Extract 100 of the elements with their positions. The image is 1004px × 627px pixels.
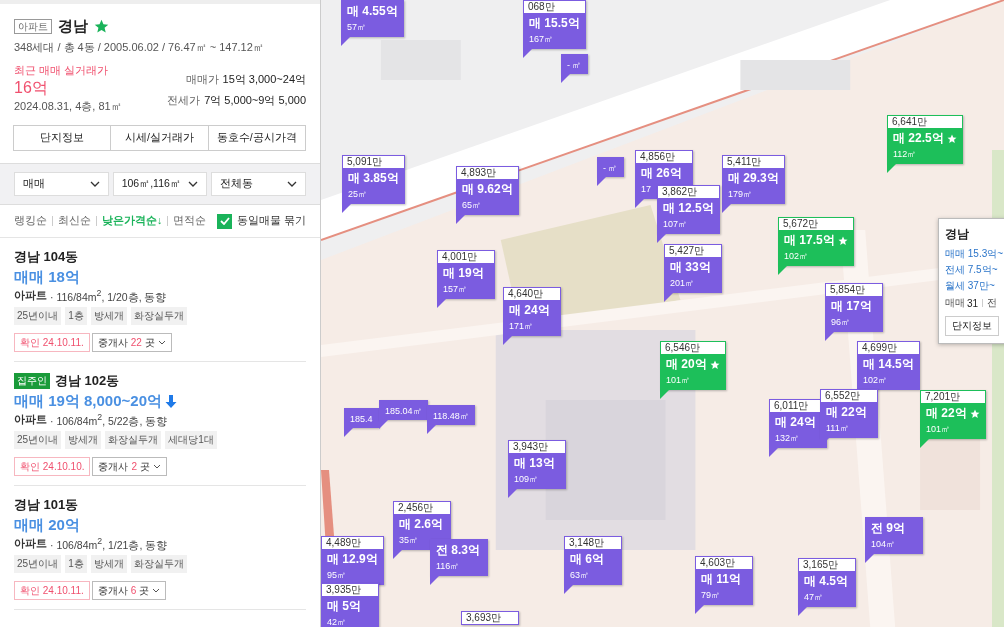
- sort-option[interactable]: 면적순: [173, 214, 207, 228]
- price-marker[interactable]: 4,893만 매 9.62억 65㎡: [456, 166, 519, 215]
- price-marker[interactable]: 3,148만 매 6억 63㎡: [564, 536, 622, 585]
- confirmed-date: 확인 24.10.11.: [14, 333, 90, 352]
- price-marker[interactable]: 4,603만 매 11억 79㎡: [695, 556, 753, 605]
- marker-tail: [769, 448, 778, 457]
- complex-info-button[interactable]: 단지정보: [945, 316, 999, 336]
- info-tab-button[interactable]: 동호수/공시가격: [207, 125, 306, 151]
- price-marker[interactable]: 4,489만 매 12.9억 95㎡: [321, 536, 384, 585]
- price-marker[interactable]: 5,411만 매 29.3억 179㎡: [722, 155, 785, 204]
- feature-tag: 화장실두개: [105, 431, 162, 449]
- filter-dropdown[interactable]: 전체동: [211, 172, 306, 196]
- marker-tail: [597, 177, 606, 186]
- marker-tail: [664, 293, 673, 302]
- marker-area: - ㎡: [567, 60, 582, 70]
- property-type: 아파트: [14, 413, 47, 427]
- agents-dropdown[interactable]: 중개사 2 곳: [92, 457, 168, 476]
- feature-tag: 1층: [65, 307, 87, 325]
- marker-area: 104㎡: [871, 539, 896, 549]
- property-type: 아파트: [14, 537, 47, 551]
- marker-price: 매 11억: [701, 572, 742, 587]
- price-marker[interactable]: 118.48㎡: [427, 405, 475, 425]
- marker-unit-price: 4,856만: [640, 151, 676, 162]
- marker-price: 매 33억: [670, 260, 711, 275]
- star-icon[interactable]: [94, 18, 109, 34]
- price-marker[interactable]: 185.4: [344, 408, 379, 428]
- marker-area: 95㎡: [327, 570, 346, 580]
- feature-tag: 방세개: [65, 431, 102, 449]
- checkbox[interactable]: [217, 213, 233, 229]
- marker-price: 매 4.5억: [804, 574, 848, 589]
- feature-tag: 화장실두개: [130, 555, 187, 573]
- listing-title[interactable]: 경남 104동: [14, 248, 79, 266]
- chevron-down-icon: [287, 181, 297, 187]
- marker-tail: [344, 428, 353, 437]
- price-marker[interactable]: 185.04㎡: [379, 400, 428, 420]
- price-marker[interactable]: 6,546만 매 20억 101㎡: [660, 341, 726, 390]
- price-marker[interactable]: 6,641만 매 22.5억 112㎡: [887, 115, 963, 164]
- price-marker[interactable]: 4,640만 매 24억 171㎡: [503, 287, 561, 336]
- sort-option[interactable]: 랭킹순: [14, 214, 47, 228]
- complex-summary: 348세대 / 총 4동 / 2005.06.02 / 76.47㎡ ~ 147.12㎡: [14, 40, 265, 54]
- marker-price: 매 6억: [570, 552, 604, 567]
- info-tab-button[interactable]: 시세/실거래가: [110, 125, 209, 151]
- range-value: 15억 3,000~24억: [222, 73, 306, 85]
- listing-title[interactable]: 경남 102동: [55, 372, 120, 390]
- price-marker[interactable]: 3,862만 매 12.5억 107㎡: [657, 185, 720, 234]
- price-marker[interactable]: 매 4.55억 57㎡: [341, 0, 404, 37]
- marker-tail: [635, 199, 644, 208]
- marker-area: 107㎡: [663, 219, 688, 229]
- chevron-down-icon: [89, 181, 100, 187]
- recent-label: 최근 매매 실거래가: [14, 64, 109, 77]
- price-marker[interactable]: 068만 매 15.5억 167㎡: [523, 0, 586, 49]
- price-marker[interactable]: 5,091만 매 3.85억 25㎡: [342, 155, 405, 204]
- marker-tail: [379, 420, 388, 429]
- marker-price: 매 15.5억: [529, 16, 580, 31]
- price-marker[interactable]: 4,699만 매 14.5억 102㎡: [857, 341, 920, 390]
- price-marker[interactable]: 5,427만 매 33억 201㎡: [664, 244, 722, 293]
- marker-price: 매 12.9억: [327, 552, 378, 567]
- popup-count-label: 매매: [945, 296, 965, 310]
- agents-dropdown[interactable]: 중개사 22 곳: [91, 333, 172, 352]
- filter-dropdown[interactable]: 106㎡,116㎡: [112, 172, 208, 196]
- marker-price: 매 9.62억: [462, 182, 513, 197]
- marker-area: 102㎡: [784, 251, 809, 261]
- marker-price: 매 19억: [443, 266, 484, 281]
- marker-tail: [342, 204, 351, 213]
- marker-area: - ㎡: [603, 163, 618, 173]
- check-icon: [219, 217, 230, 225]
- listing-title[interactable]: 경남 101동: [14, 496, 79, 514]
- feature-tag: 25년이내: [14, 307, 62, 325]
- price-marker[interactable]: 6,552만 매 22억 111㎡: [820, 389, 878, 438]
- price-marker[interactable]: 3,943만 매 13억 109㎡: [508, 440, 566, 489]
- price-marker[interactable]: 3,693만: [461, 611, 519, 625]
- filter-dropdown[interactable]: 매매: [14, 172, 109, 196]
- price-marker[interactable]: 7,201만 매 22억 101㎡: [920, 390, 986, 439]
- marker-tail: [564, 585, 573, 594]
- marker-tail: [427, 425, 436, 434]
- marker-area: 63㎡: [570, 570, 589, 580]
- marker-price: 매 24억: [509, 303, 550, 318]
- price-marker[interactable]: 전 8.3억 116㎡: [430, 539, 488, 576]
- marker-unit-price: 4,489만: [326, 537, 362, 548]
- price-marker[interactable]: 4,001만 매 19억 157㎡: [437, 250, 495, 299]
- price-marker[interactable]: - ㎡: [561, 54, 588, 74]
- marker-tail: [820, 438, 829, 447]
- price-marker[interactable]: 3,935만 매 5억 42㎡: [321, 583, 379, 627]
- marker-area: 179㎡: [728, 189, 753, 199]
- price-marker[interactable]: 6,011만 매 24억 132㎡: [769, 399, 827, 448]
- agents-dropdown[interactable]: 중개사 6 곳: [91, 581, 167, 600]
- price-marker[interactable]: - ㎡: [597, 157, 624, 177]
- price-marker[interactable]: 전 9억 104㎡: [865, 517, 923, 554]
- price-marker[interactable]: 5,672만 매 17.5억 102㎡: [778, 217, 854, 266]
- marker-unit-price: 3,165만: [803, 559, 839, 570]
- marker-area: 118.48㎡: [433, 411, 469, 421]
- marker-area: 57㎡: [347, 22, 366, 32]
- marker-area: 79㎡: [701, 590, 720, 600]
- price-marker[interactable]: 3,165만 매 4.5억 47㎡: [798, 558, 856, 607]
- confirmed-date: 확인 24.10.11.: [14, 581, 90, 600]
- price-marker[interactable]: 5,854만 매 17억 96㎡: [825, 283, 883, 332]
- type-badge: 아파트: [14, 18, 52, 34]
- info-tab-button[interactable]: 단지정보: [13, 125, 112, 151]
- marker-area: 157㎡: [443, 284, 468, 294]
- sort-option[interactable]: 최신순: [58, 214, 91, 228]
